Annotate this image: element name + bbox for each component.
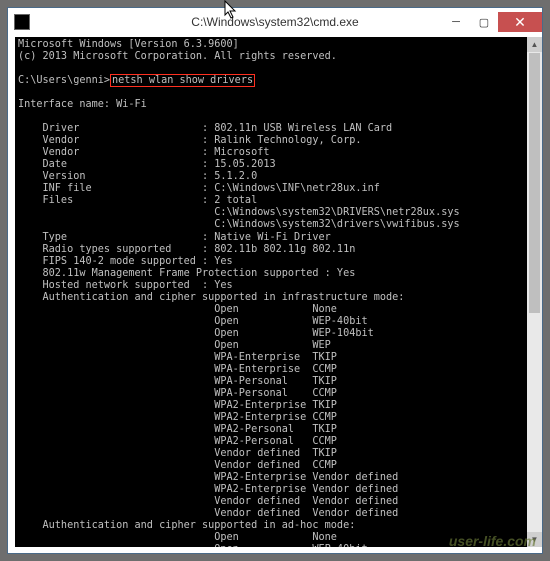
console-output[interactable]: Microsoft Windows [Version 6.3.9600] (c)… [15,37,535,547]
close-button[interactable]: ✕ [498,12,542,32]
cmd-icon [14,14,30,30]
maximize-button[interactable]: ▢ [470,12,498,32]
cmd-window: C:\Windows\system32\cmd.exe ─ ▢ ✕ Micros… [7,7,543,554]
minimize-button[interactable]: ─ [442,12,470,32]
watermark: user-life.com [449,533,536,549]
window-controls: ─ ▢ ✕ [442,12,542,32]
titlebar[interactable]: C:\Windows\system32\cmd.exe ─ ▢ ✕ [8,8,542,36]
scrollbar[interactable]: ▲ ▼ [527,37,542,547]
scroll-thumb[interactable] [529,53,540,313]
scroll-up-button[interactable]: ▲ [527,37,542,52]
